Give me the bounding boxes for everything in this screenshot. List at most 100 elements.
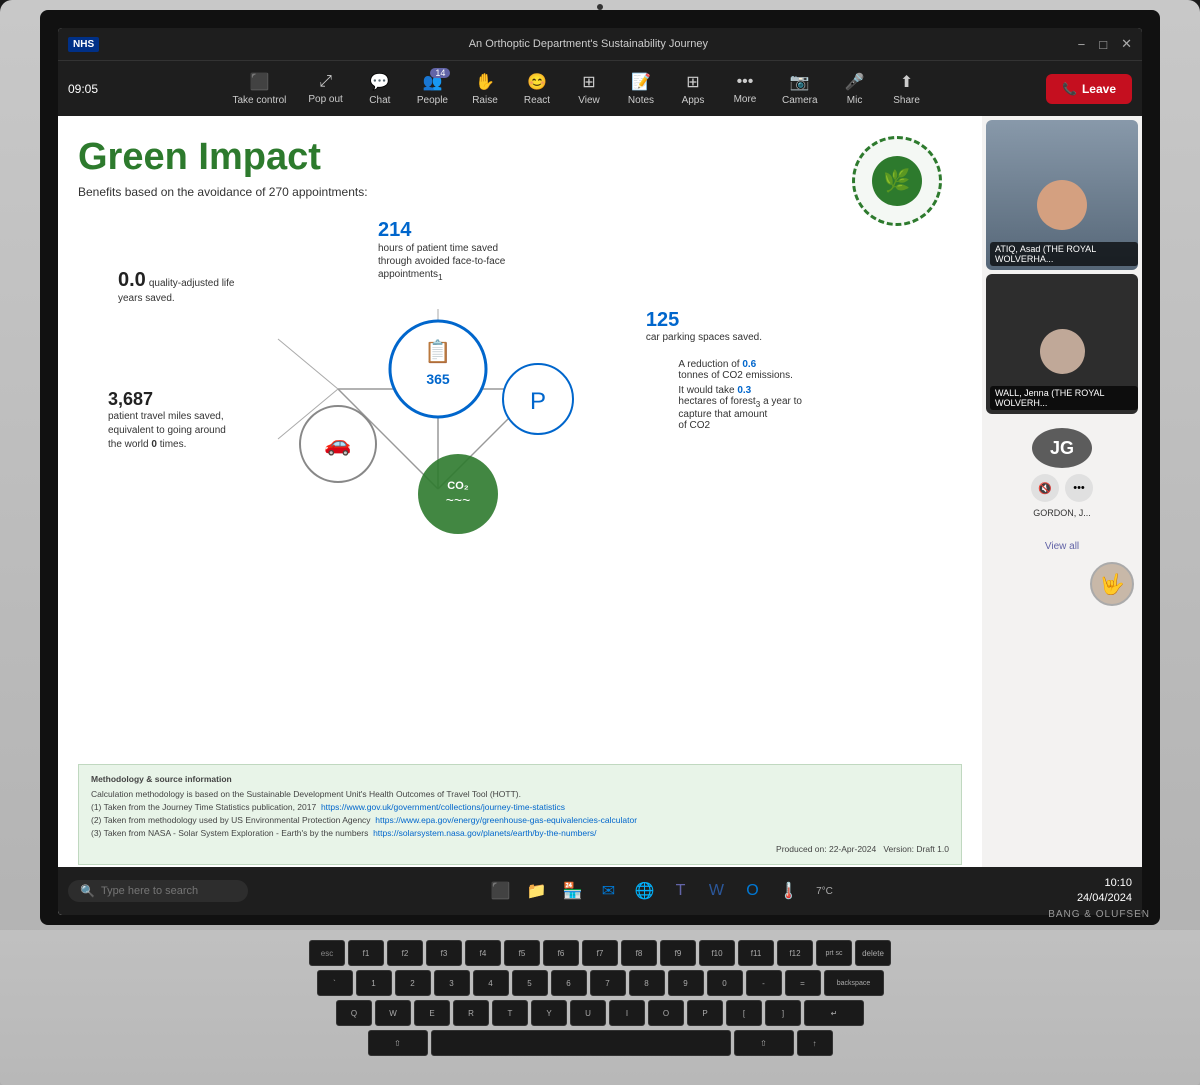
key-9[interactable]: 9 xyxy=(668,970,704,996)
key-f2[interactable]: f2 xyxy=(387,940,423,966)
presentation-area: 🌿 Green Impact Benefits based on the avo… xyxy=(58,116,982,915)
key-w[interactable]: W xyxy=(375,1000,411,1026)
people-button[interactable]: 👥 14 People xyxy=(407,66,458,112)
minimize-button[interactable]: − xyxy=(1078,37,1086,52)
key-f10[interactable]: f10 xyxy=(699,940,735,966)
take-control-label: Take control xyxy=(232,95,286,106)
mail-icon[interactable]: ✉ xyxy=(592,875,624,907)
view-all-container: View all xyxy=(986,532,1138,558)
weather-icon[interactable]: 🌡️ xyxy=(772,875,804,907)
participant-atiq-name: ATIQ, Asad (THE ROYAL WOLVERHA... xyxy=(990,242,1138,266)
chat-label: Chat xyxy=(369,95,390,106)
key-i[interactable]: I xyxy=(609,1000,645,1026)
svg-text:~~~: ~~~ xyxy=(446,492,471,508)
key-p[interactable]: P xyxy=(687,1000,723,1026)
key-7[interactable]: 7 xyxy=(590,970,626,996)
key-r[interactable]: R xyxy=(453,1000,489,1026)
share-button[interactable]: ⬆ Share xyxy=(882,66,932,112)
store-icon[interactable]: 🏪 xyxy=(556,875,588,907)
key-backspace[interactable]: backspace xyxy=(824,970,884,996)
teams-icon[interactable]: T xyxy=(664,875,696,907)
methodology-title: Methodology & source information xyxy=(91,773,949,786)
close-button[interactable]: ✕ xyxy=(1121,36,1132,52)
key-space[interactable] xyxy=(431,1030,731,1056)
taskview-icon[interactable]: ⬛ xyxy=(484,875,516,907)
leave-button[interactable]: 📞 Leave xyxy=(1046,74,1132,104)
interpreter-avatar: 🤟 xyxy=(1090,562,1134,606)
more-label: More xyxy=(734,94,757,105)
mic-button[interactable]: 🎤 Mic xyxy=(830,66,880,112)
window-title: An Orthoptic Department's Sustainability… xyxy=(99,38,1078,50)
key-equals[interactable]: = xyxy=(785,970,821,996)
pop-out-button[interactable]: ⤢ Pop out xyxy=(298,67,352,111)
participant-gordon-mic-off[interactable]: 🔇 xyxy=(1031,474,1059,502)
key-enter[interactable]: ↵ xyxy=(804,1000,864,1026)
key-u[interactable]: U xyxy=(570,1000,606,1026)
phone-icon: 📞 xyxy=(1062,82,1077,96)
key-2[interactable]: 2 xyxy=(395,970,431,996)
edge-icon[interactable]: 🌐 xyxy=(628,875,660,907)
key-f7[interactable]: f7 xyxy=(582,940,618,966)
key-e[interactable]: E xyxy=(414,1000,450,1026)
key-esc[interactable]: esc xyxy=(309,940,345,966)
chat-button[interactable]: 💬 Chat xyxy=(355,66,405,112)
key-f3[interactable]: f3 xyxy=(426,940,462,966)
participant-gordon-more[interactable]: ••• xyxy=(1065,474,1093,502)
view-all-button[interactable]: View all xyxy=(1045,541,1079,552)
taskbar-time: 10:10 xyxy=(1077,876,1132,891)
svg-text:📋: 📋 xyxy=(424,339,451,364)
key-t[interactable]: T xyxy=(492,1000,528,1026)
take-control-icon: ⬛ xyxy=(249,72,269,92)
key-prtsc[interactable]: prt sc xyxy=(816,940,852,966)
key-f12[interactable]: f12 xyxy=(777,940,813,966)
apps-button[interactable]: ⊞ Apps xyxy=(668,66,718,112)
camera-button[interactable]: 📷 Camera xyxy=(772,66,828,112)
key-3[interactable]: 3 xyxy=(434,970,470,996)
take-control-button[interactable]: ⬛ Take control xyxy=(222,66,296,112)
view-button[interactable]: ⊞ View xyxy=(564,66,614,112)
apps-icon: ⊞ xyxy=(686,72,699,92)
key-minus[interactable]: - xyxy=(746,970,782,996)
share-label: Share xyxy=(893,95,920,106)
outlook-icon[interactable]: O xyxy=(736,875,768,907)
key-arrow-up[interactable]: ↑ xyxy=(797,1030,833,1056)
key-0[interactable]: 0 xyxy=(707,970,743,996)
raise-button[interactable]: ✋ Raise xyxy=(460,66,510,112)
maximize-button[interactable]: □ xyxy=(1099,37,1107,52)
taskbar-search: 🔍 xyxy=(68,880,248,902)
more-button[interactable]: ••• More xyxy=(720,67,770,111)
react-label: React xyxy=(524,95,550,106)
key-f5[interactable]: f5 xyxy=(504,940,540,966)
key-6[interactable]: 6 xyxy=(551,970,587,996)
key-f4[interactable]: f4 xyxy=(465,940,501,966)
key-f8[interactable]: f8 xyxy=(621,940,657,966)
key-f6[interactable]: f6 xyxy=(543,940,579,966)
key-8[interactable]: 8 xyxy=(629,970,665,996)
meeting-area: 🌿 Green Impact Benefits based on the avo… xyxy=(58,116,1142,915)
key-4[interactable]: 4 xyxy=(473,970,509,996)
svg-text:365: 365 xyxy=(426,371,450,387)
keyboard-row-qwerty: Q W E R T Y U I O P [ ] ↵ xyxy=(60,1000,1140,1026)
key-f11[interactable]: f11 xyxy=(738,940,774,966)
raise-label: Raise xyxy=(472,95,498,106)
taskbar-icons: ⬛ 📁 🏪 ✉ 🌐 T W O 🌡️ 7°C xyxy=(254,875,1071,907)
notes-button[interactable]: 📝 Notes xyxy=(616,66,666,112)
key-shift-right[interactable]: ⇧ xyxy=(734,1030,794,1056)
key-y[interactable]: Y xyxy=(531,1000,567,1026)
key-5[interactable]: 5 xyxy=(512,970,548,996)
key-q[interactable]: Q xyxy=(336,1000,372,1026)
key-shift-left[interactable]: ⇧ xyxy=(368,1030,428,1056)
explorer-icon[interactable]: 📁 xyxy=(520,875,552,907)
share-icon: ⬆ xyxy=(900,72,913,92)
key-o[interactable]: O xyxy=(648,1000,684,1026)
key-f1[interactable]: f1 xyxy=(348,940,384,966)
key-f9[interactable]: f9 xyxy=(660,940,696,966)
key-lbracket[interactable]: [ xyxy=(726,1000,762,1026)
key-delete[interactable]: delete xyxy=(855,940,891,966)
search-input[interactable] xyxy=(101,885,231,897)
react-button[interactable]: 😊 React xyxy=(512,66,562,112)
key-grave[interactable]: ` xyxy=(317,970,353,996)
key-1[interactable]: 1 xyxy=(356,970,392,996)
key-rbracket[interactable]: ] xyxy=(765,1000,801,1026)
word-icon[interactable]: W xyxy=(700,875,732,907)
